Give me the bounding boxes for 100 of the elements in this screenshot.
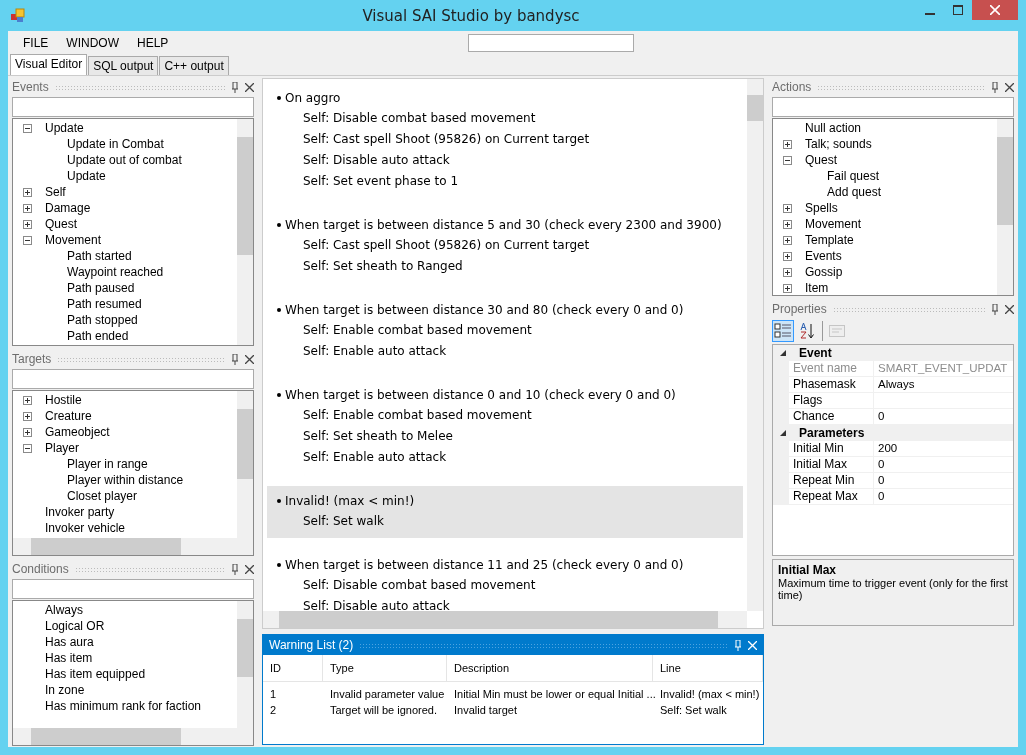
menu-item[interactable]: HELP [128, 36, 178, 50]
tree-item[interactable]: Path resumed [67, 297, 142, 311]
column-header[interactable]: ID [263, 655, 323, 681]
tree-item[interactable]: Player [45, 441, 79, 455]
tree-item[interactable]: Events [805, 249, 842, 263]
collapse-triangle-icon[interactable] [779, 349, 787, 357]
tree-item[interactable]: Has item equipped [45, 667, 146, 681]
expander-icon[interactable] [783, 267, 792, 277]
expander-icon[interactable] [23, 427, 32, 437]
tree-item[interactable]: Has minimum rank for faction [45, 699, 202, 713]
vertical-scrollbar[interactable] [237, 391, 253, 538]
pin-icon[interactable] [231, 353, 239, 365]
tree-item[interactable]: Has aura [45, 635, 94, 649]
script-block[interactable]: When target is between distance 5 and 30 (check every 2300 and 3900) Self: Cast spell Shoot (95826) on Current target Self: Set sheath to Ranged [267, 210, 743, 283]
tree-item[interactable]: Has item [45, 651, 93, 665]
vertical-scrollbar[interactable] [237, 119, 253, 345]
expander-icon[interactable] [783, 155, 792, 165]
tree-item[interactable]: Creature [45, 409, 92, 423]
tree-item[interactable]: Update out of combat [67, 153, 182, 167]
tree-item[interactable]: Movement [45, 233, 102, 247]
tree-item[interactable]: Always [45, 603, 83, 617]
expander-icon[interactable] [23, 203, 32, 213]
property-value[interactable]: 200 [873, 441, 1013, 457]
filter-field[interactable] [772, 97, 1014, 117]
horizontal-scrollbar[interactable] [13, 728, 253, 745]
property-name[interactable]: Chance [789, 409, 873, 425]
property-value[interactable]: 0 [873, 473, 1013, 489]
filter-field[interactable] [12, 579, 254, 599]
property-value[interactable]: 0 [873, 457, 1013, 473]
tree-item[interactable]: Closet player [67, 489, 138, 503]
expander-icon[interactable] [783, 283, 792, 293]
property-name[interactable]: Event name [789, 361, 873, 377]
property-name[interactable]: Initial Max [789, 457, 873, 473]
expander-icon[interactable] [23, 219, 32, 229]
close-icon[interactable] [245, 354, 254, 364]
tree-item[interactable]: Null action [805, 121, 862, 135]
expander-icon[interactable] [23, 235, 32, 245]
tree-item[interactable]: Waypoint reached [67, 265, 164, 279]
column-header[interactable]: Description [447, 655, 653, 681]
tree-item[interactable]: Path started [67, 249, 132, 263]
script-block[interactable]: Invalid! (max < min!) Self: Set walk [267, 486, 743, 538]
warning-row[interactable]: 2 Target will be ignored. Invalid target Self: Set walk [263, 702, 763, 718]
pin-icon[interactable] [991, 81, 999, 93]
column-header[interactable]: Type [323, 655, 447, 681]
tree-item[interactable]: Path stopped [67, 313, 138, 327]
column-header[interactable]: Line [653, 655, 763, 681]
vertical-scrollbar[interactable] [997, 119, 1013, 295]
menu-item[interactable]: WINDOW [57, 36, 128, 50]
expander-icon[interactable] [783, 139, 792, 149]
script-block[interactable]: When target is between distance 11 and 25 (check every 0 and 0) Self: Disable combat based movement Self: Disable auto attack [267, 550, 743, 611]
tree-item[interactable]: Invoker party [45, 505, 115, 519]
tree-item[interactable]: Damage [45, 201, 91, 215]
property-name[interactable]: Repeat Min [789, 473, 873, 489]
property-value[interactable]: Always [873, 377, 1013, 393]
close-button[interactable] [972, 0, 1018, 20]
tree-item[interactable]: Player within distance [67, 473, 184, 487]
tree-item[interactable]: Spells [805, 201, 838, 215]
vertical-scrollbar[interactable] [747, 79, 763, 611]
script-block[interactable]: On aggro Self: Disable combat based movement Self: Cast spell Shoot (95826) on Current target Self: Disable auto attack Self: Set event phase to 1 [267, 83, 743, 198]
tab[interactable]: C++ output [159, 56, 229, 75]
script-block[interactable]: When target is between distance 30 and 80 (check every 0 and 0) Self: Enable combat based movement Self: Enable auto attack [267, 295, 743, 368]
tab[interactable]: SQL output [88, 56, 159, 75]
property-name[interactable]: Flags [789, 393, 873, 409]
expander-icon[interactable] [23, 123, 32, 133]
tree-item[interactable]: Player in range [67, 457, 148, 471]
close-icon[interactable] [1005, 304, 1014, 314]
horizontal-scrollbar[interactable] [263, 611, 747, 628]
tree-item[interactable]: In zone [45, 683, 85, 697]
collapse-triangle-icon[interactable] [779, 429, 787, 437]
tree-item[interactable]: Self [45, 185, 66, 199]
pin-icon[interactable] [991, 303, 999, 315]
expander-icon[interactable] [783, 235, 792, 245]
pin-icon[interactable] [231, 81, 239, 93]
pin-icon[interactable] [231, 563, 239, 575]
expander-icon[interactable] [783, 251, 792, 261]
tab[interactable]: Visual Editor [10, 54, 88, 75]
tree-item[interactable]: Logical OR [45, 619, 105, 633]
property-value[interactable]: 0 [873, 489, 1013, 505]
tree-item[interactable]: Update [67, 169, 106, 183]
tree-item[interactable]: Movement [805, 217, 862, 231]
property-name[interactable]: Initial Min [789, 441, 873, 457]
expander-icon[interactable] [23, 443, 32, 453]
filter-field[interactable] [12, 97, 254, 117]
close-icon[interactable] [245, 564, 254, 574]
expander-icon[interactable] [783, 203, 792, 213]
tree-item[interactable]: Fail quest [827, 169, 880, 183]
tree-item[interactable]: Update in Combat [67, 137, 164, 151]
expander-icon[interactable] [23, 187, 32, 197]
tree-item[interactable]: Talk; sounds [805, 137, 872, 151]
close-icon[interactable] [1005, 82, 1014, 92]
menu-item[interactable]: FILE [14, 36, 58, 50]
property-name[interactable]: Repeat Max [789, 489, 873, 505]
tree-item[interactable]: Gameobject [45, 425, 110, 439]
categorized-button[interactable] [772, 320, 794, 342]
search-field[interactable] [468, 34, 634, 52]
expander-icon[interactable] [23, 395, 32, 405]
tree-item[interactable]: Path paused [67, 281, 135, 295]
property-name[interactable]: Phasemask [789, 377, 873, 393]
tree-item[interactable]: Gossip [805, 265, 843, 279]
close-icon[interactable] [245, 82, 254, 92]
